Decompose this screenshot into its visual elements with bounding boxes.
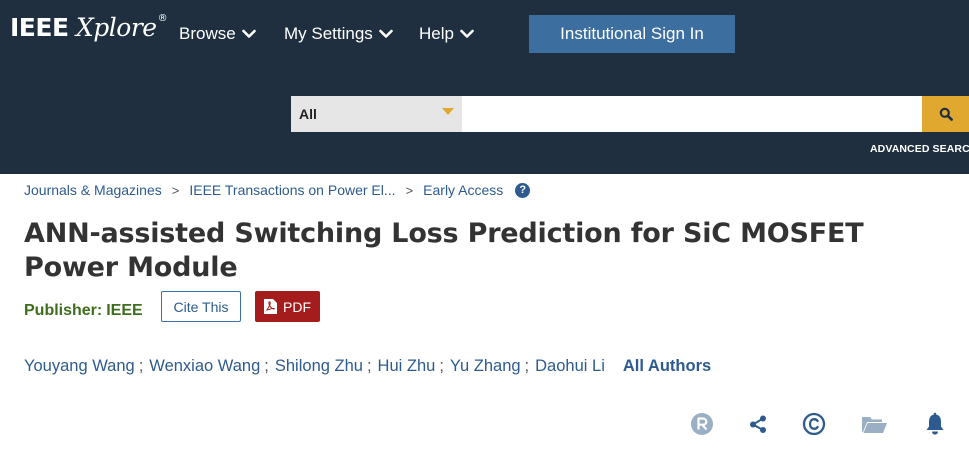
logo-registered-mark: ® (157, 13, 168, 24)
nav-browse[interactable]: Browse (179, 24, 256, 44)
ieee-xplore-logo[interactable]: IEEE Xplore® (10, 13, 168, 42)
rights-r-icon (691, 413, 713, 435)
search-icon (939, 107, 953, 121)
bell-icon (926, 412, 944, 435)
breadcrumb-journals-magazines[interactable]: Journals & Magazines (24, 182, 162, 198)
chevron-down-icon (241, 29, 256, 38)
pdf-button[interactable]: PDF (255, 291, 320, 322)
all-authors-link[interactable]: All Authors (623, 357, 711, 376)
share-button[interactable] (744, 411, 772, 437)
breadcrumb-separator: > (405, 182, 414, 198)
author-link[interactable]: Yu Zhang (450, 357, 521, 376)
alerts-button[interactable] (921, 411, 949, 437)
author-link[interactable]: Daohui Li (535, 357, 605, 376)
nav-my-settings[interactable]: My Settings (284, 24, 393, 44)
author-link[interactable]: Youyang Wang (24, 357, 135, 376)
chevron-down-icon (460, 29, 474, 38)
pdf-button-label: PDF (283, 298, 311, 315)
copyright-icon (802, 412, 826, 436)
logo-product: Xplore (76, 13, 157, 42)
breadcrumb-early-access[interactable]: Early Access (423, 182, 503, 198)
pdf-file-icon (264, 299, 277, 314)
search-input[interactable] (462, 96, 922, 132)
save-to-folder-button[interactable] (860, 411, 888, 437)
publisher-value: IEEE (106, 302, 143, 319)
institutional-sign-in-button[interactable]: Institutional Sign In (529, 15, 735, 53)
help-icon[interactable]: ? (515, 182, 531, 198)
search-scope-select[interactable]: All (291, 96, 462, 132)
author-list: Youyang Wang; Wenxiao Wang; Shilong Zhu;… (24, 357, 711, 376)
author-link[interactable]: Shilong Zhu (275, 357, 363, 376)
author-link[interactable]: Wenxiao Wang (149, 357, 260, 376)
rights-permissions-button[interactable] (688, 411, 716, 437)
article-title: ANN-assisted Switching Loss Prediction f… (24, 218, 864, 283)
chevron-down-icon (379, 29, 393, 38)
author-separator: ; (138, 357, 144, 375)
nav-my-settings-label: My Settings (284, 24, 373, 43)
nav-help[interactable]: Help (419, 24, 474, 44)
author-separator: ; (366, 357, 372, 375)
advanced-search-link[interactable]: ADVANCED SEARCH (870, 143, 969, 155)
logo-brand: IEEE (10, 13, 69, 42)
breadcrumb: Journals & Magazines > IEEE Transactions… (24, 182, 531, 198)
breadcrumb-separator: > (171, 182, 180, 198)
publisher-label: Publisher: (24, 302, 103, 319)
publisher-line: Publisher: IEEE (24, 302, 143, 320)
search-scope-value: All (299, 106, 317, 122)
search-button[interactable] (922, 96, 969, 132)
caret-down-icon (442, 107, 454, 115)
folder-icon (862, 417, 887, 433)
author-separator: ; (264, 357, 269, 375)
breadcrumb-ieee-transactions[interactable]: IEEE Transactions on Power El... (189, 182, 395, 198)
author-separator: ; (524, 357, 530, 375)
cite-this-button[interactable]: Cite This (161, 291, 241, 322)
copyright-button[interactable] (800, 411, 828, 437)
search-bar: All (291, 96, 969, 132)
nav-help-label: Help (419, 24, 454, 43)
share-icon (750, 415, 766, 433)
site-header: IEEE Xplore® Browse My Settings Help Ins… (0, 0, 969, 174)
nav-browse-label: Browse (179, 24, 236, 43)
author-separator: ; (439, 357, 444, 375)
author-link[interactable]: Hui Zhu (378, 357, 436, 376)
